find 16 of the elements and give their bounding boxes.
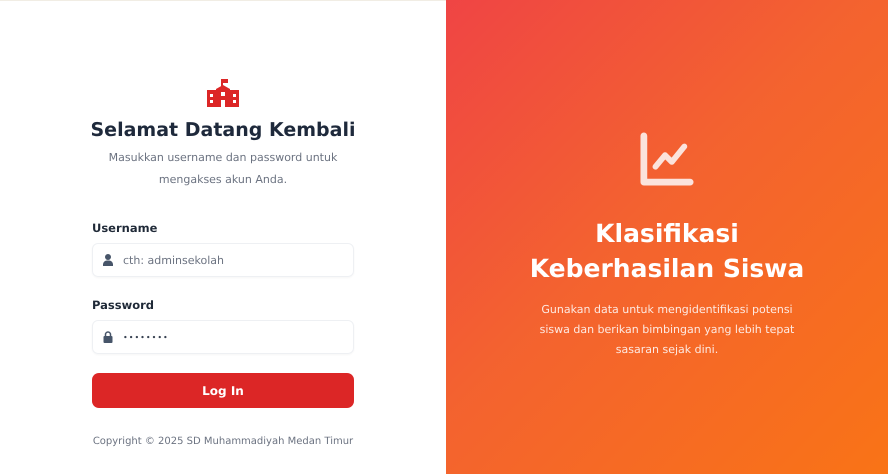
password-value: •••••••• xyxy=(123,332,169,342)
login-button[interactable]: Log In xyxy=(92,373,354,408)
field-label: Username xyxy=(92,221,158,235)
user-icon xyxy=(103,254,113,266)
hero-title: Klasifikasi Keberhasilan Siswa xyxy=(530,218,804,285)
hero-description: Gunakan data untuk mengidentifikasi potensi siswa dan berikan bimbingan yang lebih tepat sasaran sejak dini. xyxy=(538,302,796,358)
school-icon xyxy=(207,79,239,107)
password-field[interactable]: •••••••• xyxy=(92,320,354,354)
welcome-subtitle: Masukkan username dan password untuk mengakses akun Anda. xyxy=(108,150,338,188)
welcome-title: Selamat Datang Kembali xyxy=(90,119,356,141)
line-chart-icon xyxy=(640,132,694,186)
placeholder-text: cth: adminsekolah xyxy=(123,254,224,266)
lock-icon xyxy=(103,331,113,343)
copyright-text: Copyright © 2025 SD Muhammadiyah Medan Timur xyxy=(92,436,354,447)
username-field[interactable]: cth: adminsekolah xyxy=(92,243,354,277)
field-label: Password xyxy=(92,298,155,312)
